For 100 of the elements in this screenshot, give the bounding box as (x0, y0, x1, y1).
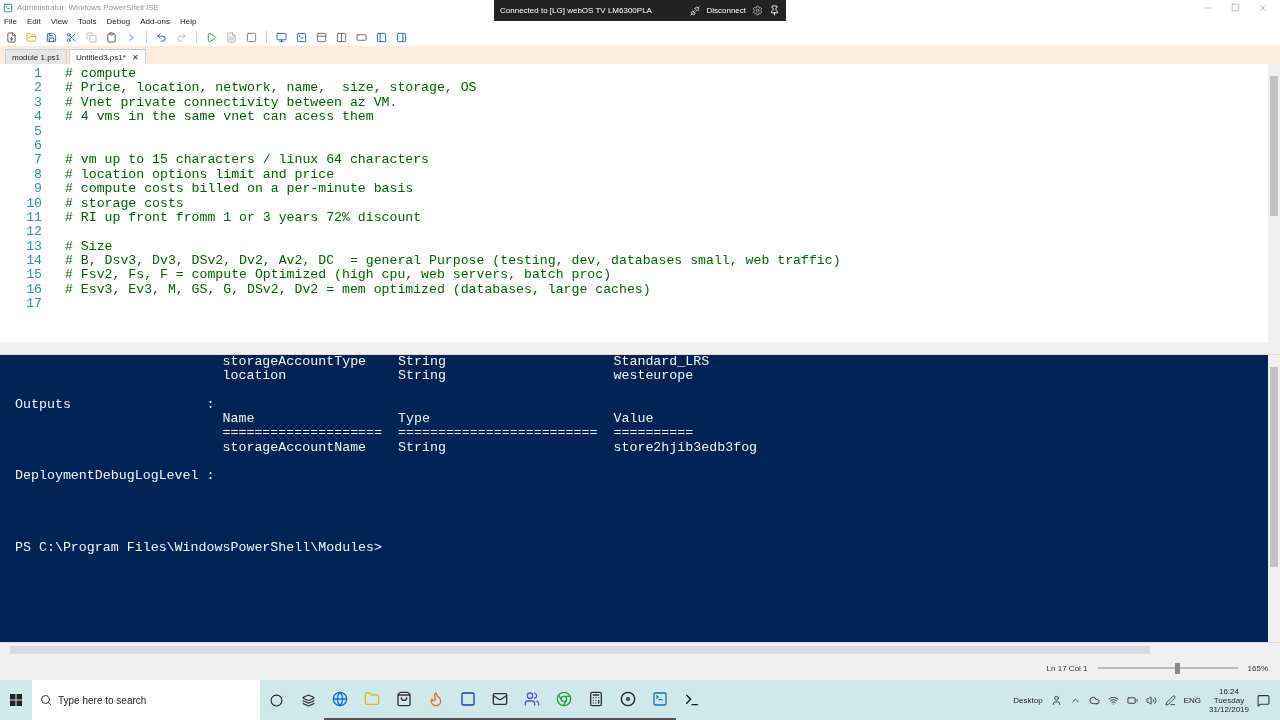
code-comment: # Price, location, network, name, size, storage, OS (65, 81, 477, 96)
console-output: DeploymentDebugLogLevel : (15, 468, 215, 484)
line-number: 11 (25, 210, 42, 226)
line-number: 5 (33, 124, 42, 139)
horizontal-scrollbar[interactable] (0, 642, 1280, 656)
notification-icon[interactable] (1257, 693, 1270, 707)
scrollbar[interactable] (1268, 355, 1280, 642)
desktop-toolbar[interactable]: Desktop (1013, 695, 1043, 705)
search-field[interactable]: Type here to search (32, 680, 260, 720)
console-output: storageAccountType String Standard_LRS (221, 354, 710, 369)
circle-icon[interactable] (269, 693, 283, 707)
stop-icon[interactable] (246, 31, 257, 43)
disconnect-button[interactable]: Disconnect (706, 6, 746, 15)
layout-side-icon[interactable] (336, 31, 347, 43)
line-number: 3 (33, 95, 42, 111)
scrollbar[interactable] (1268, 64, 1280, 342)
code-comment: # location options limit and price (65, 167, 335, 183)
line-number: 7 (33, 153, 42, 168)
line-number: 10 (25, 196, 42, 211)
code-comment: # compute costs billed on a per-minute basis (65, 182, 414, 197)
layout-max-icon[interactable] (356, 31, 367, 43)
task-view-icon[interactable] (301, 693, 315, 707)
console-output: PS C:\Program Files\WindowsPowerShell\Modules> (15, 539, 383, 555)
code-comment: # vm up to 15 characters / linux 64 characters (65, 153, 430, 168)
code-comment: # RI up front fromm 1 or 3 years 72% discount (65, 210, 422, 226)
line-number: 2 (33, 81, 42, 96)
menu-item[interactable]: Help (179, 17, 197, 26)
app-icon (3, 2, 13, 13)
run-icon[interactable] (206, 31, 217, 43)
settings-icon[interactable] (752, 5, 763, 16)
battery-icon[interactable] (1126, 694, 1138, 706)
console-output: location String westeurope (221, 368, 694, 384)
remote-tab-icon[interactable] (276, 31, 287, 43)
undo-icon[interactable] (156, 31, 167, 43)
line-number: 4 (33, 110, 42, 125)
terminal-icon[interactable] (684, 692, 700, 708)
mail-icon[interactable] (492, 691, 508, 707)
globe-icon[interactable] (332, 691, 348, 707)
language-indicator[interactable]: ENG (1183, 695, 1201, 705)
square-icon[interactable] (460, 691, 476, 707)
clock-day: Tuesday (1213, 695, 1245, 705)
line-number: 15 (25, 268, 42, 283)
volume-icon[interactable] (1145, 694, 1157, 706)
line-number: 17 (25, 297, 42, 312)
menu-item[interactable]: Edit (26, 17, 41, 26)
clock-time: 16:24 (1218, 686, 1239, 696)
chrome-icon[interactable] (556, 691, 572, 707)
line-number: 13 (25, 239, 42, 255)
layout-top-icon[interactable] (316, 31, 327, 43)
disc-icon[interactable] (620, 691, 636, 707)
clipboard-icon[interactable] (106, 31, 117, 43)
console-output: ==================== ========================= ========== (221, 425, 694, 441)
windows-logo-icon[interactable] (10, 694, 22, 706)
zoom-level: 165% (1247, 663, 1268, 673)
code-comment: # Size (65, 239, 113, 255)
slider-thumb[interactable] (1174, 662, 1180, 674)
menu-item[interactable]: Add-ons (140, 17, 170, 26)
code-comment: # storage costs (65, 196, 184, 211)
scissors-icon[interactable] (66, 31, 77, 43)
people-icon[interactable] (524, 691, 540, 707)
line-number: 8 (33, 167, 42, 183)
panel-icon[interactable] (376, 31, 387, 43)
code-comment: # Fsv2, Fs, F = compute Optimized (high cpu, web servers, batch proc) (65, 268, 612, 283)
unplug-icon (690, 5, 701, 16)
line-number: 9 (33, 182, 42, 197)
search-icon (40, 694, 52, 706)
line-number: 16 (25, 282, 42, 298)
cloud-icon[interactable] (1088, 694, 1100, 706)
window-title: Administrator: Windows PowerShell ISE (17, 3, 159, 12)
pin-icon[interactable] (769, 5, 780, 16)
console-icon[interactable] (296, 31, 307, 43)
flame-icon[interactable] (428, 691, 444, 707)
cursor-position: Ln 17 Col 1 (1046, 663, 1088, 673)
pen-icon[interactable] (1164, 694, 1176, 706)
menu-item[interactable]: View (50, 17, 68, 26)
file-tab[interactable]: Untitled3.ps1* ✕ (69, 49, 146, 64)
calculator-icon[interactable] (588, 691, 604, 707)
clock-date: 31/12/2019 (1208, 704, 1249, 714)
console-output: Name Type Value (221, 411, 654, 427)
code-comment: # Vnet private connectivity between az VM. (65, 95, 398, 111)
code-comment: # B, Dsv3, Dv3, DSv2, Dv2, Av2, DC = general Purpose (testing, dev, databases small, web traffic) (65, 254, 841, 269)
line-number: 6 (33, 138, 42, 154)
line-number: 12 (25, 225, 42, 240)
menu-item[interactable]: File (4, 17, 17, 26)
close-tab-button[interactable]: ✕ (131, 52, 139, 62)
file-tab[interactable]: module 1.ps1 (5, 49, 68, 64)
line-number: 1 (33, 67, 42, 82)
code-comment: # Esv3, Ev3, M, GS, G, DSv2, Dv2 = mem optimized (databases, large caches) (65, 282, 651, 298)
shopping-bag-icon[interactable] (396, 691, 412, 707)
new-file-icon[interactable] (6, 31, 17, 43)
code-comment: # 4 vms in the same vnet can acess them (65, 110, 374, 125)
wifi-icon[interactable] (1107, 694, 1119, 706)
console-output: storageAccountName String store2hjib3edb3fog (221, 439, 758, 455)
connection-status: Connected to [LG] webOS TV LM6300PLA (500, 6, 652, 15)
panel-icon[interactable] (396, 31, 407, 43)
save-icon[interactable] (46, 31, 57, 43)
person-icon[interactable] (1050, 694, 1062, 706)
menu-item[interactable]: Tools (77, 17, 97, 26)
menu-item[interactable]: Debug (106, 17, 131, 26)
console-output: Outputs : (15, 396, 215, 412)
